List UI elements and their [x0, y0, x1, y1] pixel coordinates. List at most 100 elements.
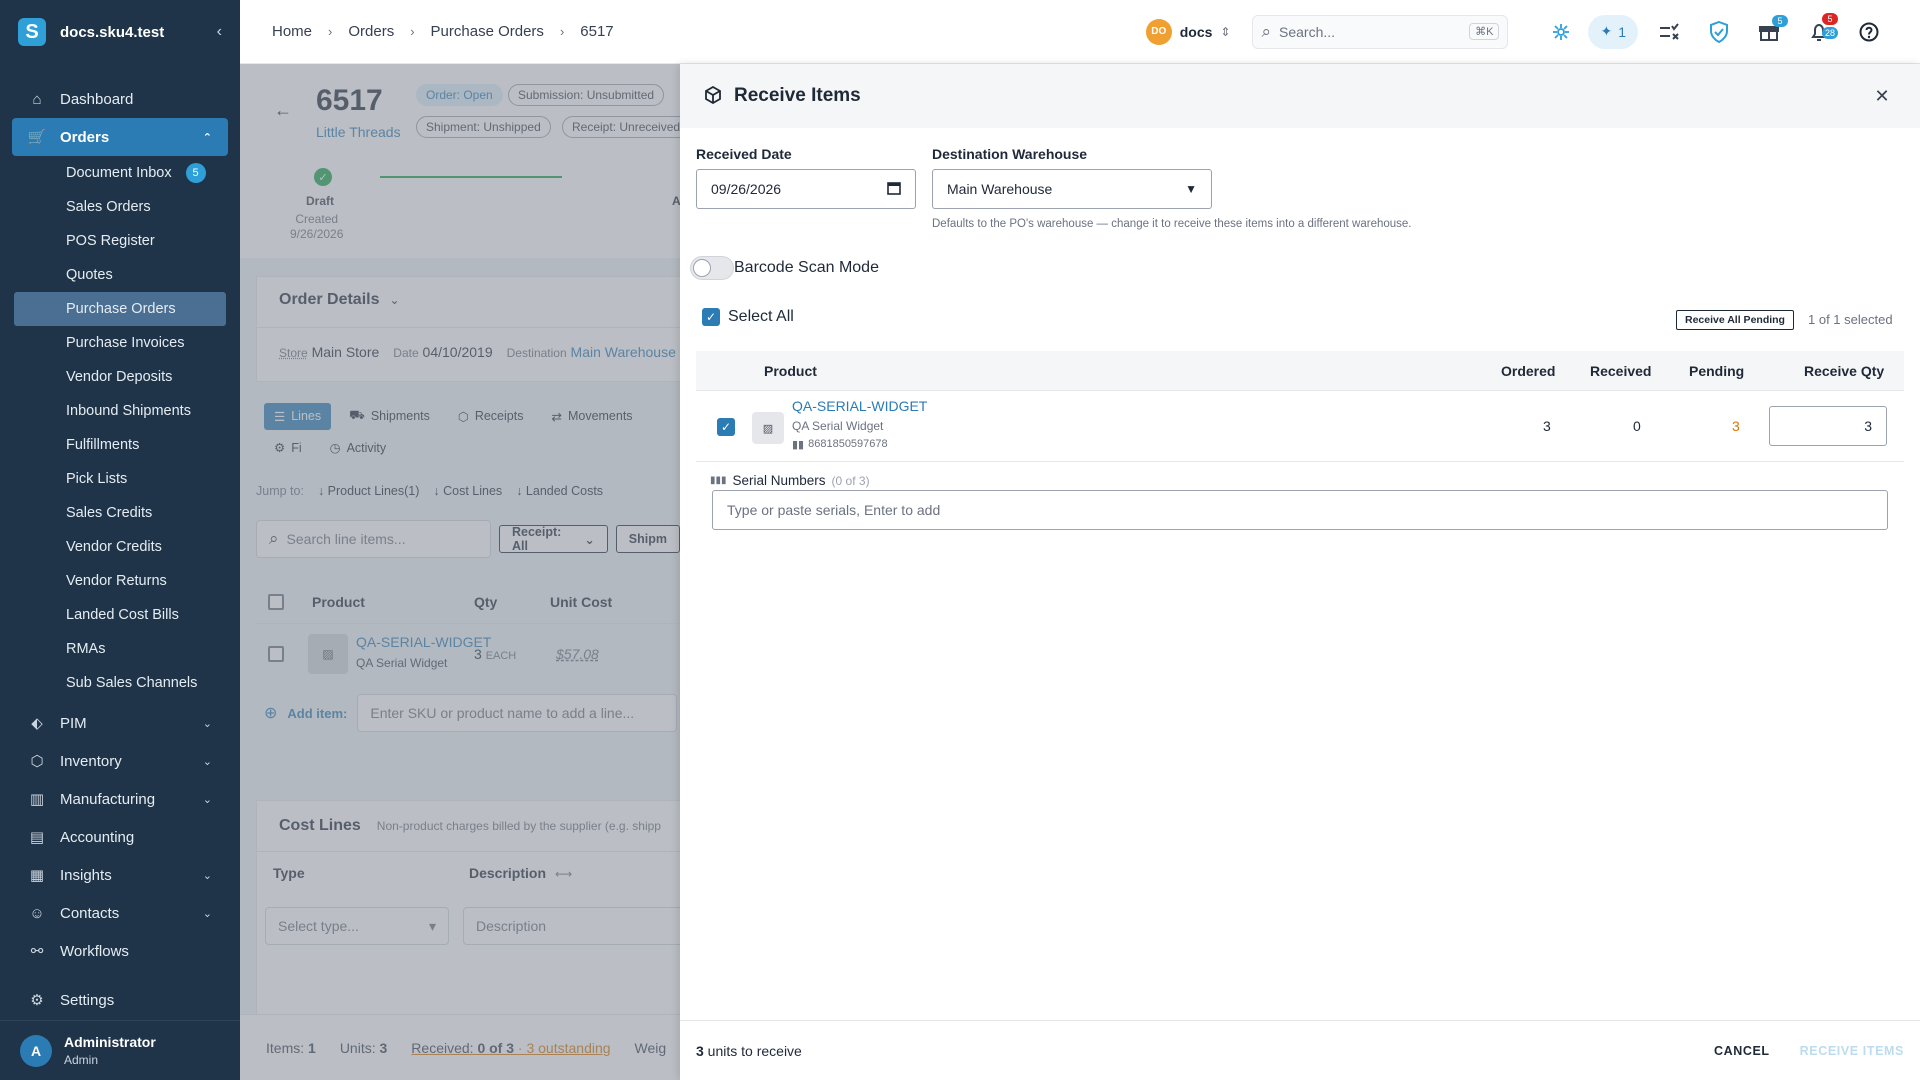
sidebar-footer: ⚙ Settings A Administrator Admin — [0, 980, 240, 1080]
sidebar-item-contacts[interactable]: ☺ Contacts ⌄ — [0, 894, 240, 932]
sidebar-subitem-document-inbox[interactable]: Document Inbox 5 — [0, 156, 240, 190]
receive-items-drawer: Receive Items ✕ Received Date 09/26/2026… — [680, 64, 1920, 1080]
col-ordered: Ordered — [1501, 363, 1556, 379]
sidebar-subitem-sales-orders[interactable]: Sales Orders — [0, 190, 240, 224]
sidebar-item-label: Manufacturing — [60, 790, 156, 808]
breadcrumb-separator: › — [559, 24, 565, 39]
home-icon: ⌂ — [32, 90, 42, 108]
breadcrumb-purchase-orders[interactable]: Purchase Orders — [431, 23, 544, 40]
org-avatar: DO — [1145, 18, 1172, 45]
unfold-icon: ⇕ — [1220, 24, 1231, 39]
col-product: Product — [764, 363, 817, 379]
row-received: 0 — [1633, 418, 1641, 434]
global-search[interactable]: ⌕ Search... ⌘K — [1252, 14, 1509, 49]
barcode-scan-label: Barcode Scan Mode — [734, 259, 879, 276]
sidebar-subitem-label: Pick Lists — [66, 471, 128, 487]
sidebar-subitem-label: POS Register — [66, 233, 155, 249]
sidebar-subitem-vendor-credits[interactable]: Vendor Credits — [0, 530, 240, 564]
sidebar-subitem-label: Vendor Credits — [66, 539, 162, 555]
sidebar-item-workflows[interactable]: ⚯ Workflows — [0, 932, 240, 970]
sidebar-item-label: Settings — [60, 991, 115, 1009]
received-date-label: Received Date — [696, 146, 792, 162]
sidebar-nav: ⌂ Dashboard 🛒 Orders ⌃ Document Inbox 5 Sa… — [0, 64, 240, 970]
barcode-icon: ▮▮ — [792, 439, 805, 451]
sidebar-subitem-landed-cost-bills[interactable]: Landed Cost Bills — [0, 598, 240, 632]
sidebar-subitem-label: Sub Sales Channels — [66, 675, 198, 691]
sidebar-item-inventory[interactable]: ⬡ Inventory ⌄ — [0, 742, 240, 780]
received-date-input[interactable]: 09/26/2026 — [696, 169, 916, 209]
modal-backdrop[interactable] — [240, 64, 680, 1080]
org-name: docs — [1179, 23, 1213, 40]
sidebar-subitem-quotes[interactable]: Quotes — [0, 258, 240, 292]
sidebar-item-manufacturing[interactable]: ▥ Manufacturing ⌄ — [0, 780, 240, 818]
destination-warehouse-select[interactable]: Main Warehouse ▼ — [932, 169, 1212, 209]
row-ordered: 3 — [1543, 418, 1551, 434]
row-checkbox[interactable]: ✓ — [717, 418, 735, 436]
sidebar-subitem-purchase-invoices[interactable]: Purchase Invoices — [0, 326, 240, 360]
sidebar-subitem-label: Fulfillments — [66, 437, 140, 453]
gift-badge: 5 — [1772, 14, 1788, 27]
sidebar-subitem-vendor-deposits[interactable]: Vendor Deposits — [0, 360, 240, 394]
sidebar-item-dashboard[interactable]: ⌂ Dashboard — [0, 80, 240, 118]
sidebar-item-orders[interactable]: 🛒 Orders ⌃ — [12, 118, 228, 156]
sidebar-item-label: Contacts — [60, 904, 120, 922]
bell-icon[interactable]: 5 28 — [1800, 12, 1838, 51]
sidebar-subitem-purchase-orders[interactable]: Purchase Orders — [14, 292, 226, 326]
gift-icon[interactable]: 5 — [1750, 13, 1788, 51]
network-icon[interactable] — [1542, 13, 1580, 51]
cancel-button[interactable]: CANCEL — [1714, 1044, 1770, 1058]
breadcrumb-home[interactable]: Home — [272, 23, 312, 40]
sidebar-subitem-vendor-returns[interactable]: Vendor Returns — [0, 564, 240, 598]
receive-table-header: Product Ordered Received Pending Receive… — [696, 351, 1904, 391]
sidebar-subitem-pick-lists[interactable]: Pick Lists — [0, 462, 240, 496]
sidebar-item-label: Insights — [60, 866, 112, 884]
sidebar-item-label: Accounting — [60, 828, 135, 846]
sidebar-item-pim[interactable]: ⬖ PIM ⌄ — [0, 704, 240, 742]
barcode-scan-toggle[interactable] — [690, 256, 734, 280]
select-all-row[interactable]: ✓ Select All — [702, 308, 794, 326]
sidebar-item-insights[interactable]: ▦ Insights ⌄ — [0, 856, 240, 894]
sidebar-item-settings[interactable]: ⚙ Settings — [0, 980, 240, 1020]
sidebar-subitem-pos-register[interactable]: POS Register — [0, 224, 240, 258]
sidebar-subitem-rmas[interactable]: RMAs — [0, 632, 240, 666]
org-switcher[interactable]: DO docs ⇕ — [1145, 18, 1231, 45]
chevron-up-icon: ⌃ — [202, 131, 212, 144]
sidebar-subitem-fulfillments[interactable]: Fulfillments — [0, 428, 240, 462]
app-logo-icon: S — [18, 18, 46, 46]
close-icon[interactable]: ✕ — [1868, 86, 1896, 107]
ai-assistant-button[interactable]: ✦ 1 — [1588, 14, 1638, 49]
sidebar-subitem-label: Quotes — [66, 267, 113, 283]
sidebar-subitem-sales-credits[interactable]: Sales Credits — [0, 496, 240, 530]
purchase-order-page: ← 6517 Little Threads Order: Open Submis… — [240, 64, 680, 1080]
workflow-icon: ⚯ — [30, 943, 44, 960]
receive-items-button[interactable]: RECEIVE ITEMS — [1800, 1044, 1904, 1058]
help-icon[interactable] — [1850, 13, 1888, 51]
breadcrumb-separator: › — [410, 24, 415, 39]
serial-numbers-count: (0 of 3) — [831, 473, 870, 488]
sidebar-subitem-inbound-shipments[interactable]: Inbound Shipments — [0, 394, 240, 428]
select-all-checkbox[interactable]: ✓ — [702, 308, 720, 326]
drawer-footer: 3 units to receive CANCEL RECEIVE ITEMS — [680, 1020, 1920, 1080]
receive-all-pending-button[interactable]: Receive All Pending — [1676, 310, 1794, 330]
sidebar-item-accounting[interactable]: ▤ Accounting — [0, 818, 240, 856]
sidebar-item-label: Orders — [60, 128, 110, 146]
sidebar-subitem-label: Inbound Shipments — [66, 403, 191, 419]
serial-numbers-input[interactable]: Type or paste serials, Enter to add — [712, 490, 1888, 530]
drawer-header: Receive Items ✕ — [680, 64, 1920, 128]
collapse-sidebar-icon[interactable]: ‹ — [217, 23, 222, 41]
shield-icon[interactable] — [1700, 13, 1738, 51]
notification-count-badge: 28 — [1821, 26, 1838, 39]
sidebar-subitem-sub-sales-channels[interactable]: Sub Sales Channels — [0, 666, 240, 700]
drawer-title: Receive Items — [734, 85, 861, 106]
compare-icon[interactable] — [1650, 13, 1688, 51]
topbar: Home › Orders › Purchase Orders › 6517 D… — [240, 0, 1920, 64]
sparkle-icon: ✦ — [1600, 23, 1613, 39]
receive-qty-input[interactable]: 3 — [1769, 406, 1887, 446]
breadcrumb-orders[interactable]: Orders — [348, 23, 394, 40]
row-sku-link[interactable]: QA-SERIAL-WIDGET — [792, 398, 927, 414]
user-menu[interactable]: A Administrator Admin — [0, 1020, 240, 1080]
count-badge: 5 — [185, 163, 206, 183]
toggle-knob — [693, 259, 711, 277]
calendar-icon[interactable] — [887, 181, 901, 198]
units-count: 3 — [696, 1042, 704, 1059]
